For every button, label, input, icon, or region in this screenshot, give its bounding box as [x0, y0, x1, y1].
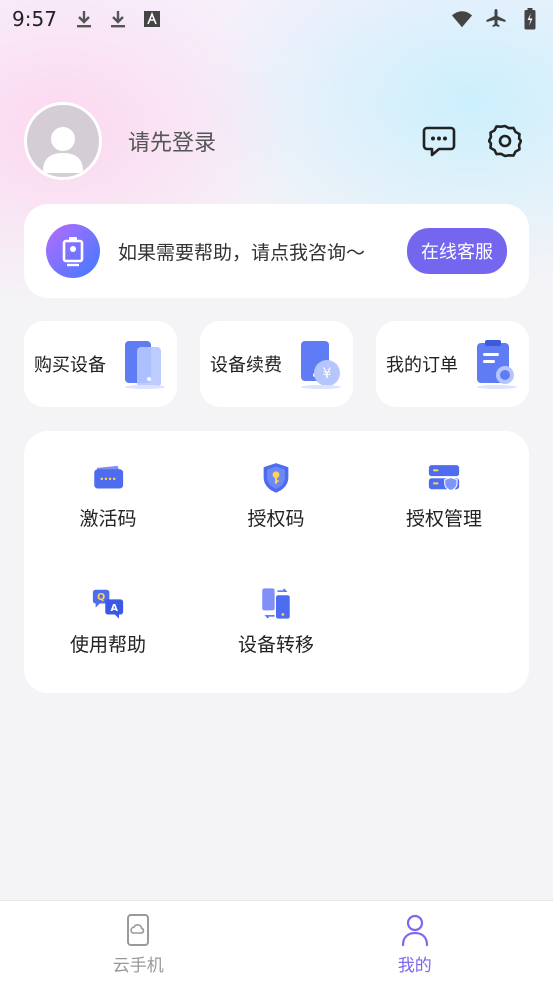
svg-text:Q: Q	[97, 592, 105, 603]
text-a-icon	[141, 8, 163, 30]
bottom-tab-bar: 云手机 我的	[0, 900, 553, 983]
renew-device-icon: ¥	[301, 341, 341, 389]
tab-mine[interactable]: 我的	[277, 901, 553, 983]
customer-service-icon	[46, 224, 100, 278]
online-service-button[interactable]: 在线客服	[407, 228, 507, 274]
status-time: 9:57	[12, 7, 57, 31]
user-icon	[401, 914, 428, 947]
svg-text:A: A	[110, 603, 118, 614]
grid-item-label: 设备转移	[237, 634, 314, 656]
quick-action-my-orders[interactable]: 我的订单	[376, 321, 529, 407]
profile-section: 请先登录	[24, 102, 529, 180]
quick-action-buy-device[interactable]: 购买设备	[24, 321, 177, 407]
tab-cloud-phone[interactable]: 云手机	[0, 901, 277, 983]
help-text: 如果需要帮助，请点我咨询～	[118, 241, 366, 264]
grid-item-auth-manage[interactable]: 授权管理	[360, 431, 528, 531]
tab-label: 我的	[397, 956, 432, 976]
grid-item-label: 使用帮助	[69, 634, 146, 656]
settings-icon[interactable]	[487, 123, 523, 159]
quick-action-label: 设备续费	[210, 355, 282, 376]
quick-action-label: 购买设备	[34, 355, 106, 376]
tab-label: 云手机	[112, 956, 164, 976]
svg-text:¥: ¥	[323, 366, 332, 382]
grid-item-label: 授权码	[247, 508, 305, 530]
help-qa-icon: Q A	[92, 589, 124, 619]
login-prompt[interactable]: 请先登录	[128, 125, 216, 157]
activation-code-icon	[94, 465, 124, 489]
quick-action-label: 我的订单	[386, 355, 458, 376]
quick-actions: 购买设备 设备续费 ¥ 我的订单	[24, 321, 529, 407]
service-grid: 激活码 授权码 授权管理 Q A 使用帮助 设备转移	[24, 431, 529, 693]
grid-item-label: 授权管理	[405, 508, 482, 530]
help-card: 如果需要帮助，请点我咨询～ 在线客服	[24, 204, 529, 298]
message-icon[interactable]	[421, 123, 457, 159]
grid-item-label: 激活码	[79, 508, 137, 530]
cloud-phone-icon	[127, 914, 150, 946]
grid-item-auth-code[interactable]: 授权码	[192, 431, 360, 531]
buy-device-icon	[125, 341, 165, 389]
battery-icon	[519, 8, 541, 30]
status-bar: 9:57	[0, 0, 553, 38]
grid-item-activation-code[interactable]: 激活码	[24, 431, 192, 531]
grid-item-help-qa[interactable]: Q A 使用帮助	[24, 557, 192, 657]
auth-code-icon	[263, 463, 289, 493]
download-icon	[73, 8, 95, 30]
device-transfer-icon	[262, 588, 290, 619]
orders-icon	[477, 340, 517, 389]
quick-action-renew-device[interactable]: 设备续费 ¥	[200, 321, 353, 407]
airplane-icon	[485, 8, 507, 30]
grid-item-device-transfer[interactable]: 设备转移	[192, 557, 360, 657]
download-icon	[107, 8, 129, 30]
default-avatar-icon	[43, 127, 83, 173]
auth-manage-icon	[428, 465, 460, 492]
wifi-icon	[451, 8, 473, 30]
avatar[interactable]	[24, 102, 102, 180]
